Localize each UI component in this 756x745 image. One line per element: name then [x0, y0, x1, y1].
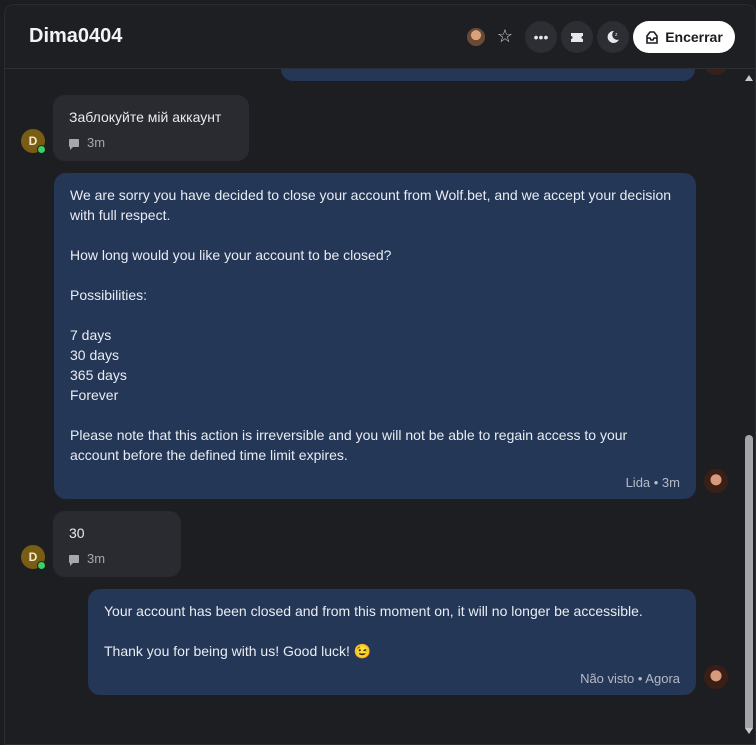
message-meta: Não visto • Agora [580, 671, 680, 686]
agent-avatar [704, 469, 728, 493]
message-text: 30 [69, 525, 85, 541]
message-meta: 3m [69, 549, 165, 569]
options-list: 7 days 30 days 365 days Forever [70, 327, 127, 403]
agent-message: Your account has been closed and from th… [88, 589, 696, 695]
conversation-header: Dima0404 ☆ ••• z Encerrar [5, 5, 755, 69]
star-icon[interactable]: ☆ [494, 25, 516, 47]
agent-avatar [704, 69, 728, 75]
ticket-button[interactable] [561, 21, 593, 53]
snooze-icon: z [607, 30, 619, 43]
online-indicator [37, 145, 46, 154]
participant-avatar[interactable] [467, 28, 485, 46]
svg-text:z: z [615, 32, 618, 38]
message-time: 3m [87, 135, 106, 150]
user-message: 30 3m [53, 511, 181, 577]
message-paragraph: Possibilities: [70, 287, 148, 303]
close-conversation-icon [646, 30, 659, 44]
message-text: Заблокуйте мій аккаунт [69, 109, 222, 125]
message-paragraph: Thank you for being with us! Good luck! … [104, 643, 372, 659]
end-conversation-button[interactable]: Encerrar [633, 21, 735, 53]
more-options-button[interactable]: ••• [525, 21, 557, 53]
message-meta: 3m [69, 133, 233, 153]
previous-agent-message [281, 69, 695, 81]
chat-icon [69, 139, 79, 150]
chat-window: Dima0404 ☆ ••• z Encerrar Заблокуйте мій… [4, 4, 756, 745]
snooze-button[interactable]: z [597, 21, 629, 53]
ticket-icon [571, 33, 583, 42]
avatar-letter: D [28, 550, 38, 564]
user-message: Заблокуйте мій аккаунт 3m [53, 95, 249, 161]
agent-avatar [704, 665, 728, 689]
online-indicator [37, 561, 46, 570]
scroll-down-arrow[interactable] [745, 728, 753, 734]
message-paragraph: How long would you like your account to … [70, 247, 392, 263]
message-paragraph: Please note that this action is irrevers… [70, 427, 628, 463]
message-paragraph: Your account has been closed and from th… [104, 603, 643, 619]
message-time: 3m [87, 551, 106, 566]
end-button-label: Encerrar [665, 29, 723, 45]
scrollbar[interactable] [743, 69, 755, 744]
avatar-letter: D [28, 134, 38, 148]
agent-message: We are sorry you have decided to close y… [54, 173, 696, 499]
message-list[interactable]: Заблокуйте мій аккаунт 3m D We are sorry… [5, 69, 745, 744]
scroll-up-arrow[interactable] [745, 75, 753, 81]
scroll-thumb[interactable] [745, 435, 753, 731]
chat-icon [69, 555, 79, 566]
message-paragraph: We are sorry you have decided to close y… [70, 187, 672, 223]
message-meta: Lida • 3m [625, 475, 680, 490]
conversation-title: Dima0404 [29, 25, 123, 47]
more-icon: ••• [533, 29, 549, 45]
